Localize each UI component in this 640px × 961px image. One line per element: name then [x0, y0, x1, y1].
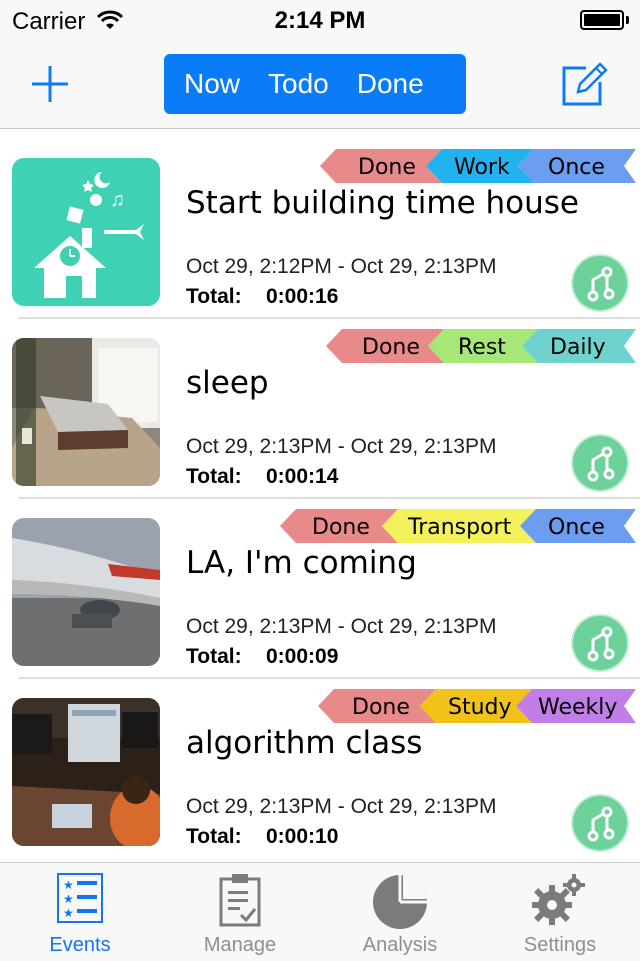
event-total: Total: 0:00:16	[186, 285, 338, 309]
tab-analysis[interactable]: Analysis	[320, 863, 480, 961]
tab-bar: ★ ★ ★ Events Manage Analysis Settings	[0, 862, 640, 961]
branch-detail-button[interactable]	[573, 796, 627, 850]
compose-button[interactable]	[560, 60, 608, 108]
tag-category: Transport	[407, 515, 512, 540]
event-time-range: Oct 29, 2:12PM - Oct 29, 2:13PM	[186, 255, 497, 278]
branch-detail-button[interactable]	[573, 616, 627, 670]
tab-label: Settings	[523, 934, 597, 956]
airplane-photo-thumbnail	[12, 518, 160, 666]
tag-category: Work	[454, 155, 510, 180]
tag-repeat: Daily	[550, 335, 606, 360]
total-value: 0:00:09	[266, 645, 339, 668]
svg-text:★: ★	[63, 878, 74, 892]
tag-category: Rest	[458, 335, 506, 360]
view-segmented-control: Now Todo Done	[164, 54, 466, 114]
event-row[interactable]: Done Transport Once LA, I'm coming Oct 2…	[0, 489, 640, 679]
status-bar: Carrier 2:14 PM	[0, 0, 640, 40]
tag-status: Done	[352, 695, 410, 720]
tag-ribbon: Done Rest Daily	[326, 329, 636, 363]
event-total: Total: 0:00:10	[186, 825, 338, 849]
total-label: Total:	[186, 285, 242, 308]
total-label: Total:	[186, 825, 242, 848]
event-title: sleep	[186, 365, 269, 401]
event-list: ♫ Done Work Once Start building time hou…	[0, 129, 640, 861]
svg-text:★: ★	[63, 892, 74, 906]
tab-label: Analysis	[362, 934, 438, 956]
event-title: LA, I'm coming	[186, 545, 417, 581]
total-label: Total:	[186, 645, 242, 668]
branch-detail-button[interactable]	[573, 256, 627, 310]
total-value: 0:00:14	[266, 465, 339, 488]
segment-todo[interactable]: Todo	[254, 68, 343, 100]
event-time-range: Oct 29, 2:13PM - Oct 29, 2:13PM	[186, 795, 497, 818]
tab-settings[interactable]: Settings	[480, 863, 640, 961]
house-illustration-thumbnail: ♫	[12, 158, 160, 306]
clipboard-icon	[219, 874, 261, 927]
total-value: 0:00:10	[266, 825, 339, 848]
tag-status: Done	[358, 155, 416, 180]
event-time-range: Oct 29, 2:13PM - Oct 29, 2:13PM	[186, 615, 497, 638]
tag-category: Study	[448, 695, 512, 720]
branch-detail-button[interactable]	[573, 436, 627, 490]
event-time-range: Oct 29, 2:13PM - Oct 29, 2:13PM	[186, 435, 497, 458]
tab-manage[interactable]: Manage	[160, 863, 320, 961]
list-icon: ★ ★ ★	[57, 873, 103, 923]
tag-status: Done	[312, 515, 370, 540]
tag-ribbon: Done Study Weekly	[318, 689, 636, 723]
tab-label: Events	[49, 934, 111, 956]
pie-chart-icon	[373, 875, 427, 929]
status-time: 2:14 PM	[274, 7, 366, 34]
total-value: 0:00:16	[266, 285, 339, 308]
segment-done[interactable]: Done	[343, 68, 438, 100]
event-row[interactable]: ♫ Done Work Once Start building time hou…	[0, 129, 640, 319]
gear-icon	[532, 874, 585, 925]
classroom-photo-thumbnail	[12, 698, 160, 846]
tag-ribbon: Done Work Once	[320, 149, 636, 183]
event-row[interactable]: Done Rest Daily sleep Oct 29, 2:13PM - O…	[0, 309, 640, 499]
tag-repeat: Once	[548, 155, 605, 180]
bedroom-photo-thumbnail	[12, 338, 160, 486]
event-title: algorithm class	[186, 725, 423, 761]
total-label: Total:	[186, 465, 242, 488]
segment-now[interactable]: Now	[170, 68, 254, 100]
event-row[interactable]: Done Study Weekly algorithm class Oct 29…	[0, 669, 640, 850]
tag-status: Done	[362, 335, 420, 360]
svg-text:♫: ♫	[110, 189, 125, 211]
tag-ribbon: Done Transport Once	[280, 509, 636, 543]
tag-repeat: Once	[548, 515, 605, 540]
battery-icon	[580, 10, 624, 30]
event-total: Total: 0:00:14	[186, 465, 338, 489]
event-title: Start building time house	[186, 185, 579, 221]
nav-bar: Now Todo Done	[0, 40, 640, 129]
event-total: Total: 0:00:09	[186, 645, 338, 669]
add-button[interactable]	[28, 62, 72, 106]
svg-text:★: ★	[63, 906, 74, 920]
tab-label: Manage	[203, 934, 277, 956]
tag-repeat: Weekly	[538, 695, 617, 720]
tab-events[interactable]: ★ ★ ★ Events	[0, 863, 160, 961]
